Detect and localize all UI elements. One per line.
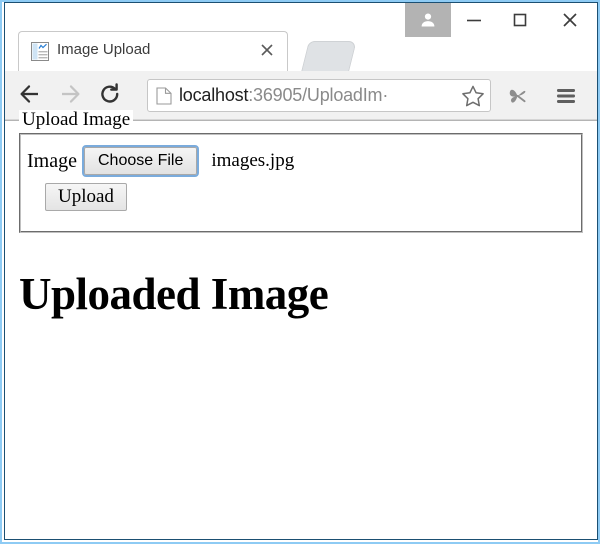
- arrow-left-icon: [18, 82, 42, 111]
- tab-title: Image Upload: [57, 41, 151, 58]
- hamburger-menu-icon[interactable]: [553, 83, 579, 109]
- page-info-icon[interactable]: [156, 86, 172, 105]
- browser-window-inner: Image Upload localhost:36905/UploadIm· U…: [4, 2, 598, 540]
- url-path: :36905/UploadIm·: [248, 85, 389, 105]
- back-button[interactable]: [13, 79, 47, 113]
- upload-button[interactable]: Upload: [45, 183, 127, 211]
- butterfly-extension-icon[interactable]: [505, 83, 531, 109]
- close-window-button[interactable]: [543, 3, 597, 37]
- arrow-right-icon: [58, 82, 82, 111]
- choose-file-button[interactable]: Choose File: [81, 145, 200, 177]
- image-field-label: Image: [27, 149, 77, 172]
- reload-icon: [98, 82, 122, 111]
- image-file-row: Image Choose File images.jpg: [27, 145, 295, 177]
- url-host: localhost: [179, 85, 249, 105]
- browser-tab-image-upload[interactable]: Image Upload: [18, 31, 288, 71]
- bookmark-star-icon[interactable]: [460, 83, 486, 109]
- url-text: localhost:36905/UploadIm·: [179, 85, 460, 106]
- maximize-button[interactable]: [497, 3, 543, 37]
- avatar[interactable]: [405, 3, 451, 37]
- close-icon[interactable]: [259, 42, 275, 58]
- new-tab-button[interactable]: [301, 41, 357, 71]
- address-bar[interactable]: localhost:36905/UploadIm·: [147, 79, 491, 112]
- minimize-button[interactable]: [451, 3, 497, 37]
- document-chart-icon: [31, 42, 49, 61]
- reload-button[interactable]: [93, 79, 127, 113]
- page-title: Uploaded Image: [19, 269, 329, 319]
- tab-strip: Image Upload: [5, 2, 597, 71]
- page-content: Upload Image Image Choose File images.jp…: [5, 110, 597, 539]
- window-controls: [405, 3, 597, 37]
- forward-button: [53, 79, 87, 113]
- browser-window: Image Upload localhost:36905/UploadIm· U…: [0, 0, 600, 544]
- selected-file-name: images.jpg: [211, 150, 295, 171]
- fieldset-legend: Upload Image: [19, 110, 134, 130]
